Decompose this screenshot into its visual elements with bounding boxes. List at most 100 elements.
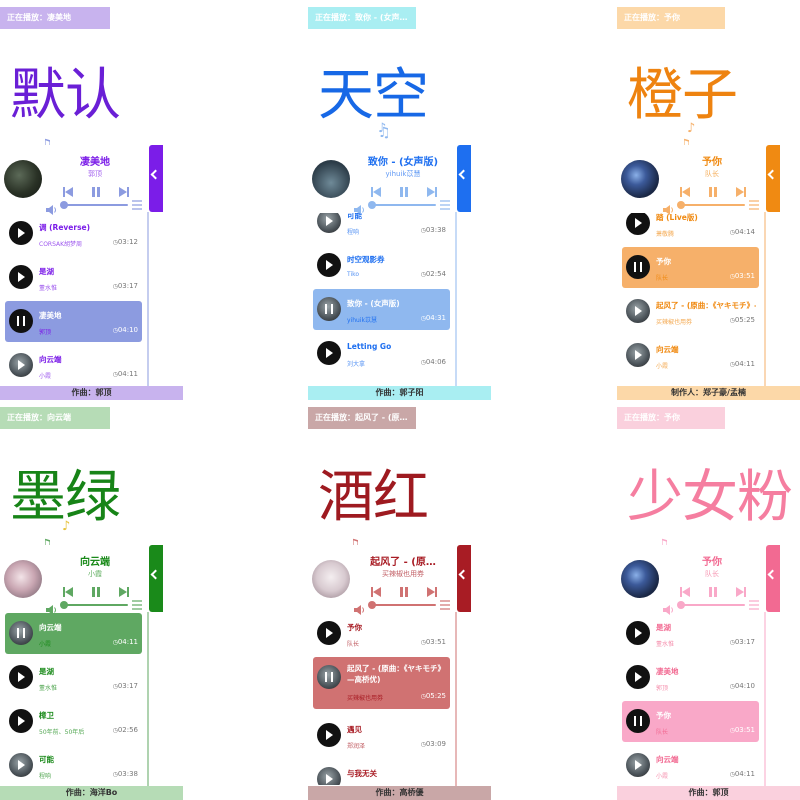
list-item[interactable]: 时空观影券 Tiko 02:54 xyxy=(313,245,450,286)
play-icon[interactable] xyxy=(635,306,642,316)
volume-slider-handle[interactable] xyxy=(677,201,685,209)
play-icon[interactable] xyxy=(18,672,25,682)
pause-icon[interactable] xyxy=(707,183,719,197)
list-item[interactable]: Letting Go 刘大拿 04:06 xyxy=(313,333,450,374)
volume-icon[interactable] xyxy=(46,200,57,215)
play-icon[interactable] xyxy=(326,216,333,226)
next-track-icon[interactable] xyxy=(118,583,130,597)
pause-icon[interactable] xyxy=(634,716,642,726)
collapse-panel-button[interactable] xyxy=(766,145,780,212)
play-icon[interactable] xyxy=(635,350,642,360)
list-item[interactable]: 起风了 - (原曲：《ヤキモチ》—高桥优) 买辣椒也用券 05:25 xyxy=(622,291,759,332)
previous-track-icon[interactable] xyxy=(370,583,382,597)
list-item[interactable]: 向云端小霞 04:11 xyxy=(5,345,142,385)
list-item[interactable]: 樟卫 50年前、50年后 02:56 xyxy=(5,701,142,742)
previous-track-icon[interactable] xyxy=(370,183,382,197)
play-icon[interactable] xyxy=(326,260,333,270)
list-item[interactable]: 是湖董水惟 03:17 xyxy=(622,613,759,654)
play-icon[interactable] xyxy=(635,628,642,638)
collapse-panel-button[interactable] xyxy=(766,545,780,612)
playlist-scrollbar[interactable] xyxy=(147,612,149,787)
next-track-icon[interactable] xyxy=(118,183,130,197)
previous-track-icon[interactable] xyxy=(62,183,74,197)
play-icon[interactable] xyxy=(18,716,25,726)
play-icon[interactable] xyxy=(18,760,25,770)
playlist-scrollbar[interactable] xyxy=(455,612,457,787)
previous-track-icon[interactable] xyxy=(679,583,691,597)
playlist-scrollbar[interactable] xyxy=(764,212,766,387)
list-item[interactable]: 可能程响 03:38 xyxy=(5,745,142,785)
list-item[interactable]: 向云端小霞 04:11 xyxy=(5,613,142,654)
next-track-icon[interactable] xyxy=(426,183,438,197)
volume-icon[interactable] xyxy=(663,600,674,615)
volume-slider[interactable] xyxy=(62,604,128,606)
collapse-panel-button[interactable] xyxy=(457,145,471,212)
list-item[interactable]: 凄美地郭顶 04:10 xyxy=(5,301,142,342)
list-item[interactable]: 是湖董水惟 03:17 xyxy=(5,657,142,698)
playlist-scrollbar[interactable] xyxy=(147,212,149,387)
playlist-scrollbar[interactable] xyxy=(764,612,766,787)
play-icon[interactable] xyxy=(326,774,333,784)
volume-slider[interactable] xyxy=(370,604,436,606)
playlist-icon[interactable] xyxy=(749,200,759,210)
play-icon[interactable] xyxy=(635,672,642,682)
list-item[interactable]: 起风了 - (原曲：《ヤキモチ》—高桥优) 买辣椒也用券 05:25 xyxy=(313,657,450,709)
list-item[interactable]: 向云端小霞 04:11 xyxy=(622,335,759,376)
list-item[interactable]: 我想念 (Live版) xyxy=(622,379,759,385)
volume-icon[interactable] xyxy=(354,200,365,215)
pause-icon[interactable] xyxy=(325,304,333,314)
volume-slider-handle[interactable] xyxy=(677,601,685,609)
play-icon[interactable] xyxy=(18,228,25,238)
collapse-panel-button[interactable] xyxy=(149,545,163,612)
pause-icon[interactable] xyxy=(90,183,102,197)
list-item[interactable]: 致你 - (女声版) yihuik苡慧 04:31 xyxy=(313,289,450,330)
list-item[interactable]: 向云端小霞 04:11 xyxy=(622,745,759,785)
volume-slider-handle[interactable] xyxy=(60,601,68,609)
pause-icon[interactable] xyxy=(398,183,410,197)
volume-slider[interactable] xyxy=(370,204,436,206)
pause-icon[interactable] xyxy=(707,583,719,597)
list-item[interactable]: 踏 (Live版) 萧敬腾 04:14 xyxy=(622,213,759,244)
play-icon[interactable] xyxy=(326,628,333,638)
pause-icon[interactable] xyxy=(17,628,25,638)
volume-icon[interactable] xyxy=(663,200,674,215)
playlist-icon[interactable] xyxy=(440,200,450,210)
previous-track-icon[interactable] xyxy=(62,583,74,597)
volume-icon[interactable] xyxy=(46,600,57,615)
collapse-panel-button[interactable] xyxy=(457,545,471,612)
list-item[interactable]: 予你队长 03:51 xyxy=(622,247,759,288)
next-track-icon[interactable] xyxy=(735,583,747,597)
playlist-icon[interactable] xyxy=(132,600,142,610)
pause-icon[interactable] xyxy=(634,262,642,272)
pause-icon[interactable] xyxy=(17,316,25,326)
pause-icon[interactable] xyxy=(90,583,102,597)
volume-icon[interactable] xyxy=(354,600,365,615)
list-item[interactable]: 凄美地郭顶 04:10 xyxy=(622,657,759,698)
volume-slider[interactable] xyxy=(62,204,128,206)
volume-slider-handle[interactable] xyxy=(368,201,376,209)
playlist-scrollbar[interactable] xyxy=(455,212,457,387)
list-item[interactable]: 与我无关阿冗04:00 xyxy=(313,759,450,785)
play-icon[interactable] xyxy=(326,348,333,358)
play-icon[interactable] xyxy=(635,218,642,228)
list-item[interactable]: 是湖董水惟 03:17 xyxy=(5,257,142,298)
play-icon[interactable] xyxy=(18,360,25,370)
collapse-panel-button[interactable] xyxy=(149,145,163,212)
play-icon[interactable] xyxy=(635,760,642,770)
list-item[interactable]: 予你队长 03:51 xyxy=(622,701,759,742)
playlist-icon[interactable] xyxy=(440,600,450,610)
volume-slider[interactable] xyxy=(679,204,745,206)
playlist-icon[interactable] xyxy=(132,200,142,210)
list-item[interactable]: 可能程响 03:38 xyxy=(313,213,450,242)
pause-icon[interactable] xyxy=(398,583,410,597)
list-item[interactable]: 遇见郑润泽 03:09 xyxy=(313,715,450,756)
list-item[interactable]: 予你队长 03:51 xyxy=(313,613,450,654)
next-track-icon[interactable] xyxy=(735,183,747,197)
list-item[interactable]: 调 (Reverse) CORSAK胡梦周 03:12 xyxy=(5,213,142,254)
play-icon[interactable] xyxy=(326,730,333,740)
volume-slider-handle[interactable] xyxy=(368,601,376,609)
previous-track-icon[interactable] xyxy=(679,183,691,197)
playlist-icon[interactable] xyxy=(749,600,759,610)
list-item[interactable]: Daylight xyxy=(313,377,450,385)
play-icon[interactable] xyxy=(18,272,25,282)
